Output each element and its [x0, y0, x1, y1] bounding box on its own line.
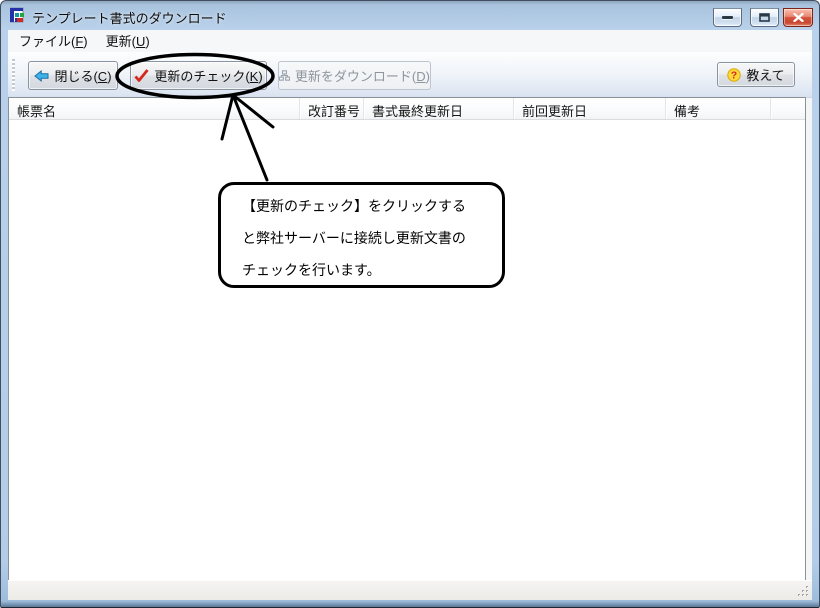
toolbar: 閉じる(C) 更新のチェック(K) 更新をダウンロード(D)	[8, 52, 812, 98]
menu-file[interactable]: ファイル(F)	[10, 29, 97, 53]
maximize-button[interactable]	[750, 8, 779, 27]
menu-update[interactable]: 更新(U)	[97, 29, 159, 53]
column-header-prev-update[interactable]: 前回更新日	[514, 98, 666, 119]
download-updates-button: 更新をダウンロード(D)	[278, 61, 431, 90]
close-button[interactable]	[783, 8, 813, 27]
callout-line: と弊社サーバーに接続し更新文書の	[242, 222, 502, 254]
question-mark-icon: ?	[727, 68, 741, 82]
close-window-button[interactable]: 閉じる(C)	[28, 61, 118, 90]
app-icon	[10, 7, 26, 23]
help-button[interactable]: ? 教えて	[717, 62, 795, 87]
toolbar-gripper[interactable]	[12, 59, 15, 91]
column-header-spacer	[771, 98, 805, 119]
application-window: テンプレート書式のダウンロード ファイル(F) 更新(U)	[0, 0, 820, 608]
client-area: ファイル(F) 更新(U) 閉じる(C) 更新のチェック(K)	[8, 30, 812, 600]
check-updates-button[interactable]: 更新のチェック(K)	[130, 61, 267, 90]
minimize-icon	[722, 16, 733, 19]
red-check-icon	[134, 69, 149, 82]
close-icon	[793, 13, 804, 22]
maximize-icon	[759, 13, 770, 22]
template-list: 帳票名 改訂番号 書式最終更新日 前回更新日 備考	[8, 97, 806, 581]
column-header-last-update[interactable]: 書式最終更新日	[364, 98, 514, 119]
resize-grip[interactable]	[797, 585, 810, 598]
column-header-revision[interactable]: 改訂番号	[300, 98, 364, 119]
download-org-icon	[279, 69, 290, 82]
list-header: 帳票名 改訂番号 書式最終更新日 前回更新日 備考	[9, 98, 805, 120]
back-arrow-icon	[34, 70, 49, 82]
window-controls	[705, 8, 813, 27]
annotation-callout: 【更新のチェック】をクリックする と弊社サーバーに接続し更新文書の チェックを行…	[218, 182, 505, 288]
minimize-button[interactable]	[713, 8, 742, 27]
window-title: テンプレート書式のダウンロード	[32, 8, 227, 27]
menu-bar: ファイル(F) 更新(U)	[8, 30, 812, 52]
title-bar[interactable]: テンプレート書式のダウンロード	[0, 0, 820, 30]
column-header-remarks[interactable]: 備考	[666, 98, 771, 119]
callout-line: チェックを行います。	[242, 254, 502, 286]
status-bar	[8, 580, 812, 600]
column-header-form-name[interactable]: 帳票名	[9, 98, 300, 119]
svg-text:?: ?	[731, 69, 737, 81]
callout-line: 【更新のチェック】をクリックする	[242, 190, 502, 222]
